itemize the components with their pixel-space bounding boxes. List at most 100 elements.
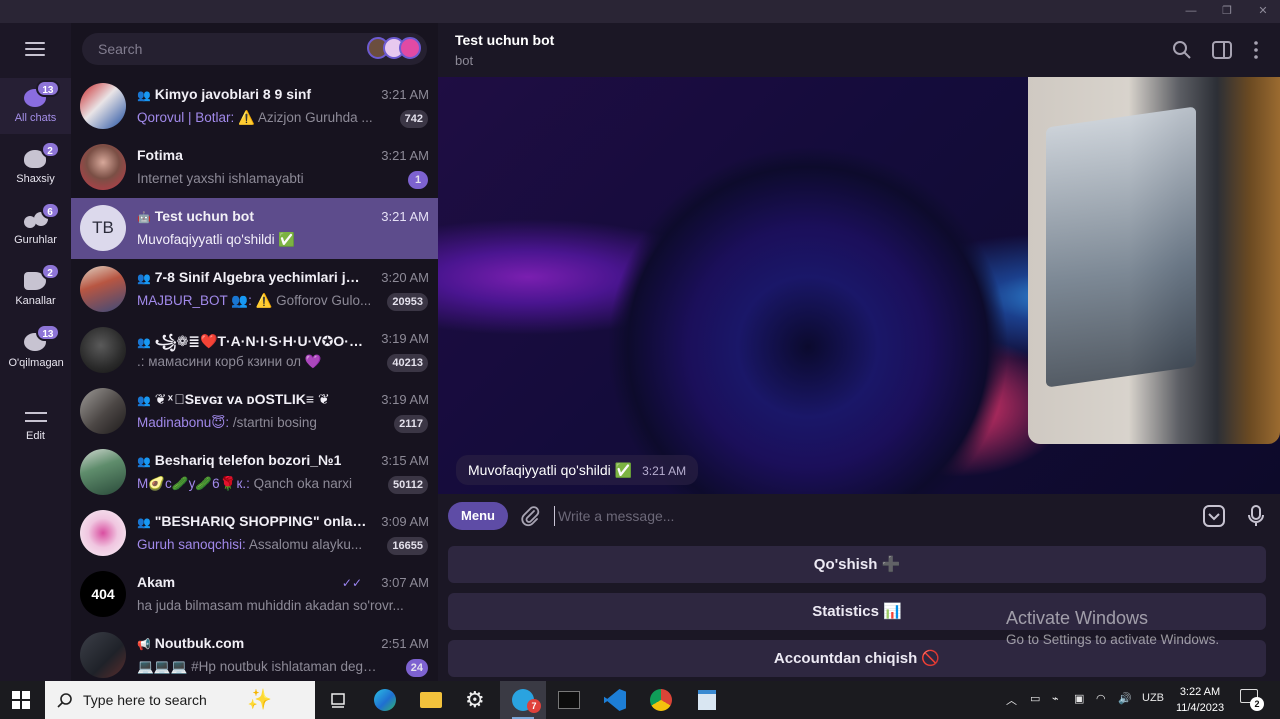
chat-name: 🤖 Test uchun bot xyxy=(137,208,254,224)
taskbar-settings[interactable]: ⚙ xyxy=(454,681,500,719)
language-indicator[interactable]: UZB xyxy=(1142,692,1164,704)
volume-icon[interactable]: 🔊 xyxy=(1118,692,1132,705)
chat-name: 👥 Kimyo javoblari 8 9 sinf xyxy=(137,86,312,102)
folder-badge: 2 xyxy=(40,141,60,158)
taskbar-terminal[interactable] xyxy=(546,681,592,719)
chat-title[interactable]: Test uchun bot xyxy=(455,32,554,48)
maximize-button[interactable]: ❐ xyxy=(1210,0,1244,23)
chat-row[interactable]: Fotima 3:21 AM Internet yaxshi ishlamaya… xyxy=(71,137,438,198)
hamburger-menu-icon[interactable] xyxy=(25,42,45,56)
folder-sidebar: 13 All chats 2 Shaxsiy 6 Guruhlar 2 Kana… xyxy=(0,23,71,681)
taskbar-telegram[interactable]: 7 xyxy=(500,681,546,719)
chat-row[interactable]: 👥 Kimyo javoblari 8 9 sinf 3:21 AM Qorovu… xyxy=(71,76,438,137)
minimize-button[interactable]: — xyxy=(1174,0,1208,23)
taskbar-file-explorer[interactable] xyxy=(408,681,454,719)
folder-badge: 13 xyxy=(36,80,60,97)
chat-preview: .: мамасини корб кзини ол 💜 xyxy=(137,354,322,369)
keyboard-button-add[interactable]: Qo'shish ➕ xyxy=(448,546,1266,583)
chat-preview: Internet yaxshi ishlamayabti xyxy=(137,171,304,186)
chat-row[interactable]: 👥 "BESHARIQ SHOPPING" onlayin ... 3:09 AM… xyxy=(71,503,438,564)
notification-badge: 2 xyxy=(1250,697,1264,711)
taskbar-search-input[interactable]: Type here to search xyxy=(83,692,207,708)
chat-time: 3:15 AM xyxy=(381,453,429,468)
folder-kanallar[interactable]: 2 Kanallar xyxy=(0,261,71,317)
security-icon[interactable]: ▣ xyxy=(1074,692,1084,705)
taskbar-search[interactable]: Type here to search ✨ xyxy=(45,681,315,719)
chat-time: 2:51 AM xyxy=(381,636,429,651)
notepad-icon xyxy=(698,690,716,710)
avatar xyxy=(80,83,126,129)
unread-badge: 742 xyxy=(399,110,428,128)
chat-preview: Guruh sanoqchisi: Assalomu alayku... xyxy=(137,537,363,552)
chat-name: 👥 ❦ ͯ ⃟Sᴇᴠɢɪ ᴠᴀ ᴅOSTLIK≡ ❦ xyxy=(137,391,330,407)
windows-taskbar: Type here to search ✨ ⚙ 7 ︿ ▭ ⌁ ▣ ◠ 🔊 UZ… xyxy=(0,681,1280,719)
battery-icon[interactable]: ▭ xyxy=(1030,692,1040,705)
chat-row[interactable]: 404 Akam ✓✓ 3:07 AM ha juda bilmasam muh… xyxy=(71,564,438,625)
photo-content xyxy=(1046,106,1196,388)
search-box[interactable]: Search xyxy=(82,33,427,65)
task-view-button[interactable] xyxy=(315,681,361,719)
chat-row-active[interactable]: TB 🤖 Test uchun bot 3:21 AM Muvofaqiyyatl… xyxy=(71,198,438,259)
taskbar-vscode[interactable] xyxy=(592,681,638,719)
folder-label: Shaxsiy xyxy=(16,173,55,185)
chat-preview: Madinabonu😇: /startni bosing xyxy=(137,415,317,430)
close-button[interactable]: ✕ xyxy=(1246,0,1280,23)
chat-time: 3:19 AM xyxy=(381,331,429,346)
chat-messages-area: Muvofaqiyyatli qo'shildi ✅ 3:21 AM xyxy=(438,77,1280,494)
chrome-icon xyxy=(650,689,672,711)
bot-menu-button[interactable]: Menu xyxy=(448,502,508,530)
notification-center[interactable]: 2 xyxy=(1240,689,1264,711)
chat-row[interactable]: 👥 7-8 Sinif Algebra yechimlari javob 3:20… xyxy=(71,259,438,320)
chat-row[interactable]: 👥 ❦ ͯ ⃟Sᴇᴠɢɪ ᴠᴀ ᴅOSTLIK≡ ❦ 3:19 AM Madina… xyxy=(71,381,438,442)
bot-keyboard-icon[interactable] xyxy=(1202,504,1226,528)
avatar: 404 xyxy=(80,571,126,617)
taskbar-edge[interactable] xyxy=(362,681,408,719)
more-options-icon[interactable] xyxy=(1246,40,1266,60)
chat-row[interactable]: 📢 Noutbuk.com 2:51 AM 💻💻💻 #Hp noutbuk ish… xyxy=(71,625,438,686)
wifi-icon[interactable]: ◠ xyxy=(1096,692,1106,705)
chat-time: 3:20 AM xyxy=(381,270,429,285)
watermark-title: Activate Windows xyxy=(1006,608,1149,628)
folder-shaxsiy[interactable]: 2 Shaxsiy xyxy=(0,139,71,195)
search-icon xyxy=(57,693,72,708)
telegram-badge: 7 xyxy=(527,699,541,713)
task-view-icon xyxy=(331,693,345,708)
bluetooth-icon[interactable]: ⌁ xyxy=(1052,692,1059,705)
paperclip-icon[interactable] xyxy=(519,505,541,527)
chat-preview: Qorovul | Botlar: ⚠️ Azizjon Guruhda ... xyxy=(137,110,373,125)
sliders-icon xyxy=(24,408,47,426)
unread-badge: 20953 xyxy=(387,293,428,311)
avatar xyxy=(80,632,126,678)
avatar xyxy=(80,449,126,495)
search-icon[interactable] xyxy=(1172,40,1192,60)
folder-all-chats[interactable]: 13 All chats xyxy=(0,78,71,134)
taskbar-chrome[interactable] xyxy=(638,681,684,719)
taskbar-notepad[interactable] xyxy=(684,681,730,719)
avatar xyxy=(80,144,126,190)
message-bubble[interactable]: Muvofaqiyyatli qo'shildi ✅ 3:21 AM xyxy=(456,455,699,485)
window-titlebar: — ❐ ✕ xyxy=(0,0,1280,23)
folder-label: Guruhlar xyxy=(14,234,57,246)
show-hidden-icons[interactable]: ︿ xyxy=(1006,692,1017,708)
message-input[interactable]: Write a message... xyxy=(554,506,674,526)
group-icon: 👥 xyxy=(137,517,151,529)
story-avatar[interactable] xyxy=(399,37,421,59)
folder-guruhlar[interactable]: 6 Guruhlar xyxy=(0,200,71,256)
folder-badge: 6 xyxy=(40,202,60,219)
chat-header: Test uchun bot bot xyxy=(438,23,1280,77)
microphone-icon[interactable] xyxy=(1244,504,1268,528)
taskbar-clock[interactable]: 3:22 AM 11/4/2023 xyxy=(1168,684,1232,716)
chat-preview: Muvofaqiyyatli qo'shildi ✅ xyxy=(137,232,296,247)
stories-avatars[interactable] xyxy=(367,37,423,61)
folder-edit[interactable]: Edit xyxy=(0,400,71,452)
folder-unread[interactable]: 13 O'qilmagan xyxy=(0,322,71,392)
windows-start-icon[interactable] xyxy=(12,691,30,709)
chat-row[interactable]: 👥 Beshariq telefon bozori_№1 3:15 AM M🥑с🥒… xyxy=(71,442,438,503)
unread-badge: 24 xyxy=(405,659,428,677)
chat-time: 3:21 AM xyxy=(381,209,429,224)
chat-row[interactable]: 👥 ꧁❁≣❤️T·A·N·I·S·H·U·V✪O·L·... 3:19 AM .:… xyxy=(71,320,438,381)
search-input[interactable]: Search xyxy=(98,41,142,57)
sidebar-toggle-icon[interactable] xyxy=(1212,40,1232,60)
photo-message[interactable] xyxy=(1028,77,1280,444)
folder-label: Kanallar xyxy=(15,295,56,307)
